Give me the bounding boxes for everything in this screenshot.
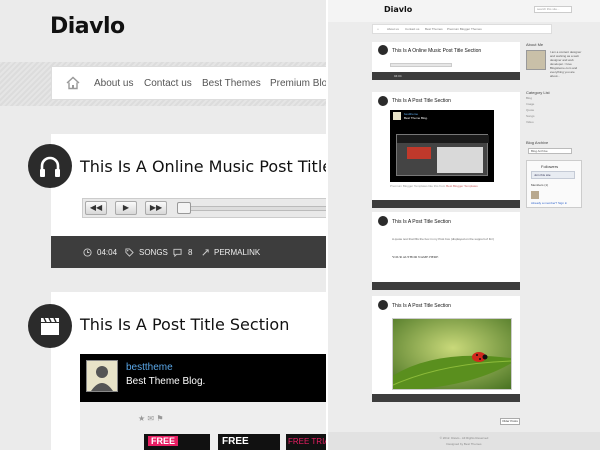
audio-player[interactable] (390, 63, 452, 67)
followers-widget: Followers Join this site Members (1) Alr… (526, 160, 582, 208)
main-nav: About us Contact us Best Themes Premium … (51, 66, 326, 100)
follower-avatar[interactable] (531, 191, 539, 199)
post-meta-bar (372, 394, 520, 402)
post-meta-bar: 04:04 SONGS 8 PERMALINK (51, 236, 326, 268)
followers-heading: Followers (541, 164, 559, 169)
embed-username[interactable]: besttheme (126, 362, 173, 373)
nav-item-premium[interactable]: Premium Blogger Themes (447, 27, 482, 31)
headphones-icon (378, 45, 388, 55)
embed-header: besttheme Best Theme Blog. (80, 354, 326, 402)
headphones-icon (28, 144, 72, 188)
footer-copyright: © 2012. Diavlo - All Rights Reserved (439, 436, 489, 440)
progress-handle[interactable] (177, 202, 191, 214)
avatar[interactable] (86, 360, 118, 392)
link-icon (201, 248, 210, 259)
about-heading: About Me (526, 42, 544, 47)
post-title[interactable]: This Is A Post Title Section (392, 219, 451, 225)
ad-banner[interactable]: FREE (218, 434, 280, 450)
main-nav: ⌂ About us Contact us Best Themes Premiu… (372, 24, 552, 34)
home-icon[interactable]: ⌂ (377, 27, 379, 31)
caption-text: Premium Blogger Templates like this from (390, 184, 446, 188)
sidebar-archive: Blog Archive (526, 140, 582, 145)
nav-item-about[interactable]: About us (387, 27, 399, 31)
social-icons[interactable]: ★ ✉ ⚑ (138, 414, 164, 423)
video-embed[interactable]: besttheme Best Theme Blog. (390, 110, 494, 182)
clapperboard-icon (378, 96, 388, 106)
site-logo[interactable]: Diavlo (384, 5, 412, 14)
category-item[interactable]: Video (526, 119, 582, 125)
sidebar-about: About Me (526, 42, 582, 47)
archive-select[interactable]: Blog Archive (528, 148, 572, 154)
post-title[interactable]: This Is A Post Title Section (392, 98, 451, 104)
forward-button[interactable]: ▶▶ (145, 201, 167, 215)
post-title[interactable]: This Is A Post Title Section (80, 315, 289, 334)
clapperboard-icon (28, 304, 72, 348)
post-meta-bar (372, 200, 520, 208)
nav-item-best-themes[interactable]: Best Themes (425, 27, 443, 31)
video-thumbnail (396, 134, 489, 176)
ladybug-photo[interactable] (392, 318, 512, 390)
nav-item-about[interactable]: About us (94, 78, 133, 89)
nav-item-best-themes[interactable]: Best Themes (202, 78, 261, 89)
nav-item-contact[interactable]: Contact us (405, 27, 419, 31)
site-logo[interactable]: Diavlo (50, 14, 125, 39)
permalink-link[interactable]: PERMALINK (214, 248, 260, 257)
embed-caption: Premium Blogger Templates like this from… (390, 184, 478, 188)
post-title[interactable]: This Is A Post Title Section (392, 303, 451, 309)
comment-icon (173, 248, 182, 259)
nav-item-contact[interactable]: Contact us (144, 78, 192, 89)
ad-label: FREE (148, 436, 179, 446)
post-duration: 04:04 (97, 248, 118, 257)
post-duration: 04:04 (394, 74, 402, 78)
quote-icon (378, 216, 388, 226)
older-posts-button[interactable]: Older Posts (500, 418, 520, 425)
footer: © 2012. Diavlo - All Rights Reserved Des… (328, 432, 600, 450)
post-meta-bar (372, 282, 520, 290)
followers-count: Members (1) (531, 183, 549, 187)
embed-description: Best Theme Blog. (126, 376, 206, 387)
avatar[interactable] (393, 112, 401, 120)
progress-bar[interactable] (183, 206, 326, 211)
post-title[interactable]: This Is A Online Music Post Title Sectio… (392, 48, 481, 54)
audio-player: ◀◀ ▶ ▶▶ (82, 198, 326, 218)
zoomed-view: Diavlo About us Contact us Best Themes P… (0, 0, 326, 450)
ad-banner[interactable]: FREE TRIAL (286, 434, 326, 450)
quote-author: YOUR AUTHOR NAME HERE (392, 255, 439, 259)
home-icon[interactable] (66, 76, 80, 90)
sign-in-link[interactable]: Already a member? Sign in (531, 201, 567, 205)
post-category[interactable]: SONGS (139, 248, 168, 257)
nav-item-premium[interactable]: Premium Blogger Themes (270, 78, 326, 89)
play-button[interactable]: ▶ (115, 201, 137, 215)
post-meta-bar: 04:04 (372, 72, 520, 80)
rewind-button[interactable]: ◀◀ (85, 201, 107, 215)
caption-link[interactable]: Best Blogger Templates (446, 184, 478, 188)
ad-banner[interactable]: FREE (144, 434, 210, 450)
post-title[interactable]: This Is A Online Music Post Title Sectio… (80, 157, 326, 176)
full-page-preview: Diavlo search this site... ⌂ About us Co… (328, 0, 600, 450)
tag-icon (125, 248, 134, 259)
embed-description: Best Theme Blog. (404, 116, 428, 120)
archive-heading: Blog Archive (526, 140, 549, 145)
avatar (526, 50, 546, 70)
follow-button[interactable]: Join this site (531, 171, 575, 179)
video-embed[interactable]: besttheme Best Theme Blog. ★ ✉ ⚑ FREE FR… (80, 354, 326, 450)
about-text: I am a content designer and working as a… (550, 50, 582, 78)
image-icon (378, 300, 388, 310)
footer-credit[interactable]: Designed by Best Themes (328, 442, 600, 446)
quote-text: A quote text that fills the box in my Po… (392, 237, 495, 241)
sidebar-categories: Category List Blog Image Quote Songs Vid… (526, 90, 582, 125)
comment-count[interactable]: 8 (188, 248, 192, 257)
quote-block: A quote text that fills the box in my Po… (392, 237, 512, 259)
search-input[interactable]: search this site... (534, 6, 572, 13)
clock-icon (83, 248, 92, 258)
